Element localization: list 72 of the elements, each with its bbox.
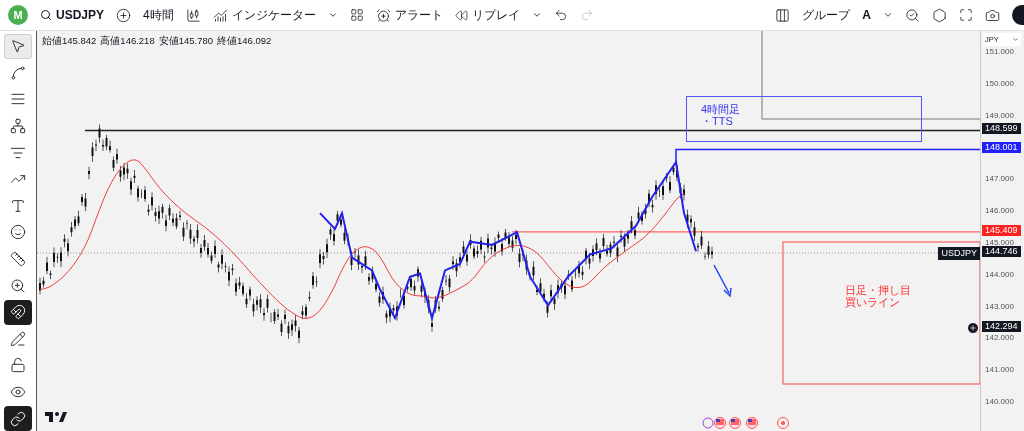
settings-icon[interactable]	[932, 7, 947, 23]
note-text: 4時間足	[701, 103, 742, 115]
ohlc-value: 安値145.780	[158, 34, 214, 48]
magnet-tool[interactable]	[4, 299, 32, 325]
flag-event-icon	[729, 417, 741, 429]
group-button[interactable]: グループ	[802, 6, 851, 24]
event-icon	[702, 417, 714, 429]
chart-icon	[212, 7, 228, 23]
magnifier-icon[interactable]	[905, 7, 920, 23]
symbol-search[interactable]: USDJPY	[40, 6, 105, 24]
replay-button[interactable]: リプレイ	[454, 6, 520, 24]
search-icon	[40, 9, 52, 21]
trendline-icon	[10, 64, 26, 81]
chevron-icon	[1012, 36, 1019, 43]
note-text: 日足・押し目	[845, 284, 911, 296]
ohlc-value: 高値146.218	[100, 34, 155, 48]
cursor-tool[interactable]	[4, 34, 32, 59]
flag-event-icon	[714, 417, 726, 429]
note-text: ・TTS	[701, 115, 734, 127]
chevron-icon[interactable]	[883, 10, 893, 20]
axis-label: 144.000	[985, 269, 1014, 279]
add-symbol-icon[interactable]	[116, 7, 132, 23]
record-icon	[777, 417, 789, 429]
axis-label: 149.000	[985, 110, 1014, 120]
ruler-icon	[10, 251, 26, 268]
price-tag: 145.409	[982, 224, 1021, 236]
emoji-icon	[10, 224, 26, 241]
axis-label: 145.000	[985, 237, 1014, 247]
ohlc-value: 始値145.842	[42, 34, 97, 48]
chevron-icon[interactable]	[327, 10, 338, 20]
link-icon	[10, 410, 26, 427]
columns-icon[interactable]	[775, 7, 791, 23]
logo-icon	[45, 412, 67, 422]
flag-event-icon	[746, 417, 758, 429]
axis-label: 143.000	[985, 301, 1014, 311]
ohlc-value: 終値146.092	[217, 34, 272, 48]
note-text: 買いライン	[845, 296, 901, 308]
cursor-icon	[10, 38, 26, 55]
alarm-clock-icon	[375, 7, 391, 23]
camera-icon[interactable]	[985, 7, 1000, 23]
axis-label: 147.000	[985, 174, 1014, 184]
candles-icon[interactable]	[185, 7, 201, 23]
zoom-icon	[10, 277, 26, 294]
axis-label: 142.000	[985, 333, 1014, 343]
eye-icon	[10, 384, 26, 400]
rewind-icon	[454, 8, 468, 22]
axis-label: 141.000	[985, 365, 1014, 375]
price-tag: 142.294	[982, 321, 1021, 332]
axis-label: 140.000	[985, 397, 1014, 406]
price-tag: 148.599	[982, 123, 1021, 135]
crosshair-plus-icon[interactable]	[967, 322, 979, 334]
pattern-icon	[10, 118, 26, 135]
text-icon	[10, 197, 26, 214]
fullscreen-icon[interactable]	[959, 8, 973, 22]
symbol-label: USDJPY	[938, 247, 980, 260]
price-tag: 148.001	[982, 142, 1021, 154]
group-letter-button[interactable]: A	[862, 6, 871, 24]
arrow-drawing	[713, 264, 732, 298]
axis-label: 151.000	[985, 47, 1014, 56]
interval-button[interactable]: 4時間	[143, 6, 174, 24]
link-tool[interactable]	[4, 406, 32, 431]
lock-icon	[10, 357, 26, 374]
chevron-icon[interactable]	[531, 10, 542, 20]
lockdraw-icon	[10, 330, 26, 347]
layout-icon[interactable]	[349, 8, 364, 22]
alert-button[interactable]: アラート	[375, 6, 443, 24]
magnet-icon	[10, 304, 26, 321]
undo-icon[interactable]	[553, 8, 568, 22]
axis-label: 146.000	[985, 206, 1014, 216]
price-tag: 144.746	[982, 246, 1021, 257]
axis-label: 150.000	[985, 78, 1014, 88]
indicators-button[interactable]: インジケーター	[212, 6, 316, 24]
